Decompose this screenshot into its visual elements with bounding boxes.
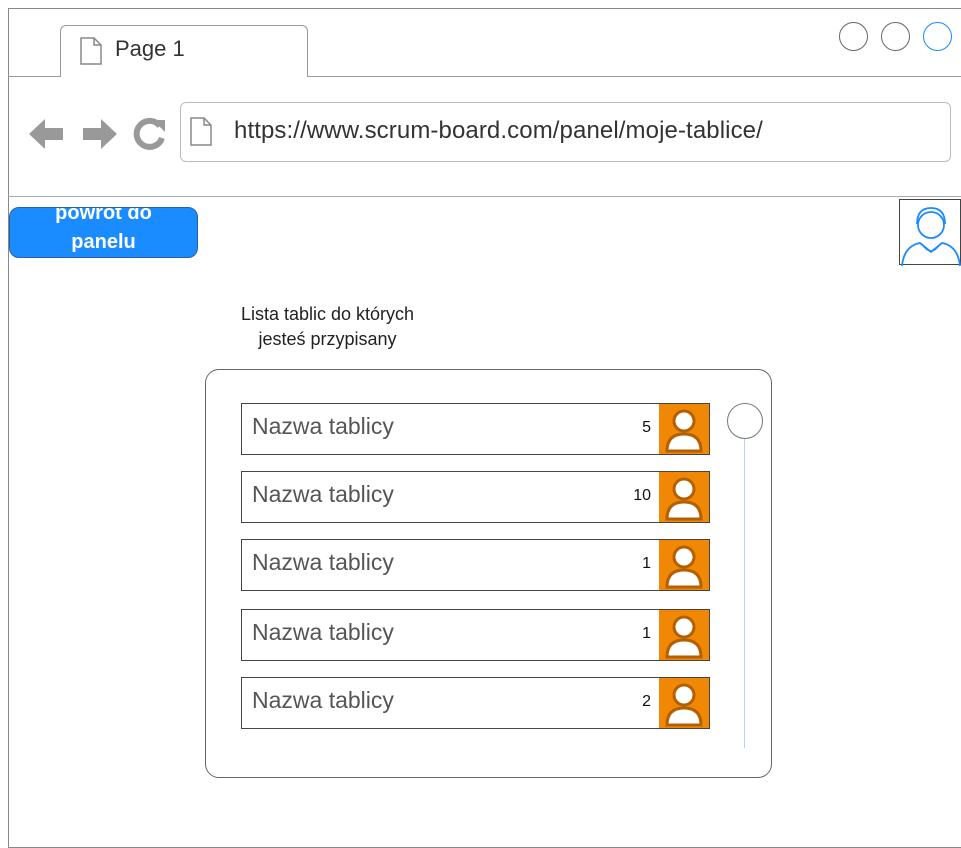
arrow-right-icon[interactable] [81, 116, 119, 152]
board-row[interactable]: Nazwa tablicy 5 [241, 403, 710, 455]
user-icon [901, 207, 961, 267]
user-icon[interactable] [659, 610, 709, 660]
window-button[interactable] [923, 22, 952, 51]
user-icon[interactable] [659, 472, 709, 522]
tab-title: Page 1 [115, 36, 185, 61]
tab-divider [307, 76, 961, 77]
user-icon[interactable] [659, 540, 709, 590]
window-button[interactable] [839, 22, 868, 51]
user-avatar[interactable] [899, 199, 961, 267]
member-count: 1 [642, 625, 651, 642]
url-text: https://www.scrum-board.com/panel/moje-t… [234, 117, 763, 144]
arrow-left-icon[interactable] [27, 116, 65, 152]
user-icon[interactable] [659, 404, 709, 454]
toolbar-divider [8, 196, 961, 197]
window-button[interactable] [881, 22, 910, 51]
member-count: 10 [633, 487, 651, 504]
reload-icon[interactable] [131, 116, 167, 152]
member-count: 2 [642, 693, 651, 710]
page-icon [80, 37, 102, 65]
back-button-label-1: powrot do [55, 207, 152, 224]
back-button-label-2: panelu [71, 231, 136, 253]
member-count: 5 [642, 419, 651, 436]
board-name: Nazwa tablicy [252, 549, 394, 575]
list-heading-line-1: Lista tablic do których [240, 304, 415, 324]
page-icon [190, 117, 212, 146]
scrollbar-track[interactable] [744, 430, 745, 748]
board-row[interactable]: Nazwa tablicy 1 [241, 609, 710, 661]
board-name: Nazwa tablicy [252, 481, 394, 507]
board-name: Nazwa tablicy [252, 619, 394, 645]
user-icon[interactable] [659, 678, 709, 728]
board-name: Nazwa tablicy [252, 413, 394, 439]
board-name: Nazwa tablicy [252, 687, 394, 713]
board-row[interactable]: Nazwa tablicy 10 [241, 471, 710, 523]
list-heading-line-2: jesteś przypisany [258, 329, 397, 349]
list-heading: Lista tablic do których jesteś przypisan… [200, 302, 455, 352]
board-row[interactable]: Nazwa tablicy 1 [241, 539, 710, 591]
member-count: 1 [642, 555, 651, 572]
board-row[interactable]: Nazwa tablicy 2 [241, 677, 710, 729]
back-to-panel-button[interactable]: powrot do panelu [9, 207, 198, 258]
scrollbar-thumb[interactable] [727, 403, 763, 439]
tab-divider [8, 76, 60, 77]
